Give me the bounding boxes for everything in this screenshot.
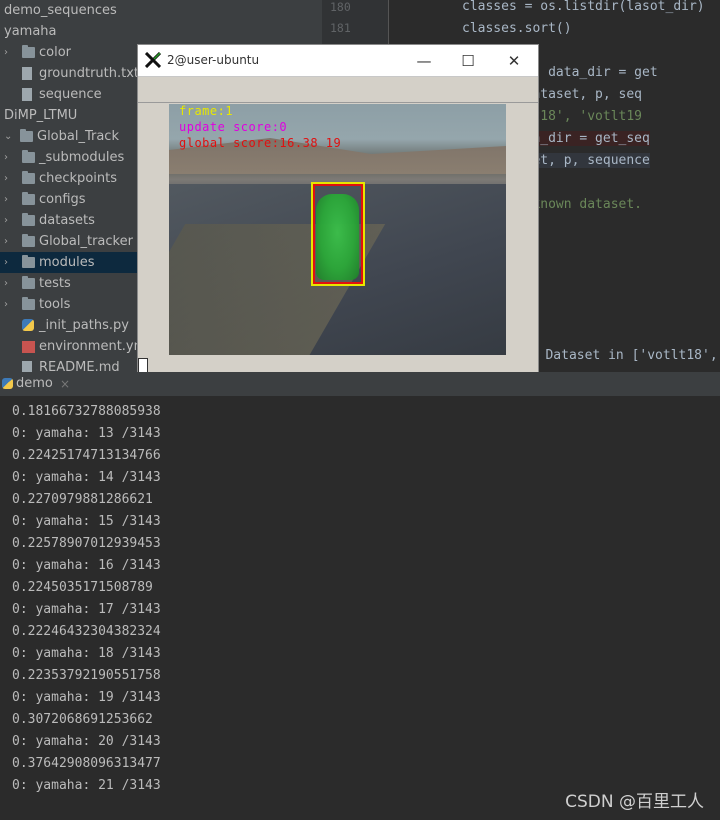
folder-icon <box>22 276 35 289</box>
chevron-right-icon[interactable]: › <box>4 189 8 210</box>
frame-label: frame:1 <box>179 104 234 118</box>
chevron-right-icon[interactable]: › <box>4 42 8 63</box>
folder-icon <box>22 234 35 247</box>
output-line: 0.22353792190551758 <box>12 668 161 683</box>
tree-item[interactable]: demo_sequences <box>0 0 322 21</box>
close-tab-icon[interactable]: × <box>60 372 70 396</box>
tree-item-label: README.md <box>39 360 120 372</box>
code-line: classes.sort() <box>462 21 572 36</box>
output-line: 0.2270979881286621 <box>12 492 153 507</box>
output-line: 0.22578907012939453 <box>12 536 161 551</box>
tree-item-label: _submodules <box>39 150 125 165</box>
output-line: 0: yamaha: 15 /3143 <box>12 514 161 529</box>
tree-item-label: datasets <box>39 213 95 228</box>
output-line: 0: yamaha: 13 /3143 <box>12 426 161 441</box>
tree-item-label: Global_tracker <box>39 234 133 249</box>
output-line: 0: yamaha: 21 /3143 <box>12 778 161 793</box>
tree-item-label: demo_sequences <box>4 3 117 18</box>
window-titlebar[interactable]: 2@user-ubuntu — ☐ ✕ <box>138 45 538 77</box>
folder-icon <box>22 297 35 310</box>
chevron-right-icon[interactable]: › <box>4 294 8 315</box>
folder-icon <box>22 171 35 184</box>
code-hint: if Dataset in ['votlt18', 'vo... <box>522 348 718 363</box>
run-tab-label: demo <box>16 376 53 391</box>
x11-app-icon <box>144 51 162 72</box>
python-icon <box>2 378 13 389</box>
chevron-right-icon[interactable]: › <box>4 210 8 231</box>
code-line: classes = os.listdir(lasot_dir) <box>462 0 705 14</box>
chevron-right-icon[interactable]: › <box>4 252 8 273</box>
minimize-button[interactable]: — <box>410 50 438 72</box>
tree-item-label: modules <box>39 255 95 270</box>
maximize-button[interactable]: ☐ <box>454 50 482 72</box>
window-toolbar <box>138 77 538 103</box>
output-line: 0.3072068691253662 <box>12 712 153 727</box>
folder-icon <box>22 192 35 205</box>
tree-item-label: checkpoints <box>39 171 117 186</box>
global-score-label: global score:16.38 19 <box>179 136 342 150</box>
tree-item-label: groundtruth.txt <box>39 66 140 81</box>
line-number: 181 <box>330 21 351 35</box>
output-line: 0.22425174713134766 <box>12 448 161 463</box>
watermark: CSDN @百里工人 <box>565 792 704 812</box>
folder-icon <box>22 213 35 226</box>
tracker-window[interactable]: 2@user-ubuntu — ☐ ✕ frame:1 update score… <box>137 44 539 377</box>
chevron-right-icon[interactable]: › <box>4 231 8 252</box>
output-line: 0.22246432304382324 <box>12 624 161 639</box>
run-output[interactable]: 0.18166732788085938 0: yamaha: 13 /3143 0.… <box>0 396 720 820</box>
chevron-down-icon[interactable]: ⌄ <box>4 126 12 147</box>
output-line: 0: yamaha: 17 /3143 <box>12 602 161 617</box>
window-title: 2@user-ubuntu <box>167 53 260 67</box>
output-line: 0: yamaha: 19 /3143 <box>12 690 161 705</box>
run-tab-demo[interactable]: demo <box>0 372 53 396</box>
output-line: 0: yamaha: 18 /3143 <box>12 646 161 661</box>
file-icon <box>22 361 32 372</box>
tree-item-label: environment.yml <box>39 339 150 354</box>
folder-icon <box>22 45 35 58</box>
file-icon <box>22 88 32 101</box>
prediction-box <box>313 184 363 284</box>
output-line: 0.37642908096313477 <box>12 756 161 771</box>
folder-icon <box>22 255 35 268</box>
output-line: 0.18166732788085938 <box>12 404 161 419</box>
close-button[interactable]: ✕ <box>500 50 528 72</box>
tree-item-label: configs <box>39 192 86 207</box>
tree-item-label: DiMP_LTMU <box>4 108 78 123</box>
output-line: 0: yamaha: 16 /3143 <box>12 558 161 573</box>
tree-item-label: tools <box>39 297 71 312</box>
chevron-right-icon[interactable]: › <box>4 168 8 189</box>
run-panel-header: demo × <box>0 372 720 397</box>
tree-item-label: sequence <box>39 87 102 102</box>
tree-item[interactable]: yamaha <box>0 21 322 42</box>
folder-icon <box>20 129 33 142</box>
output-line: 0: yamaha: 20 /3143 <box>12 734 161 749</box>
line-number: 180 <box>330 0 351 14</box>
output-line: 0.2245035171508789 <box>12 580 153 595</box>
tree-item-label: yamaha <box>4 24 57 39</box>
python-file-icon <box>22 319 34 331</box>
tree-item-label: tests <box>39 276 71 291</box>
yaml-file-icon <box>22 341 35 353</box>
file-icon <box>22 67 32 80</box>
tree-item-label: _init_paths.py <box>39 318 129 333</box>
update-score-label: update score:0 <box>179 120 288 134</box>
output-line: 0: yamaha: 14 /3143 <box>12 470 161 485</box>
tree-item-label: color <box>39 45 72 60</box>
tracking-frame-image: frame:1 update score:0 global score:16.3… <box>169 104 506 355</box>
chevron-right-icon[interactable]: › <box>4 147 8 168</box>
tree-item-label: Global_Track <box>37 129 119 144</box>
chevron-right-icon[interactable]: › <box>4 273 8 294</box>
folder-icon <box>22 150 35 163</box>
